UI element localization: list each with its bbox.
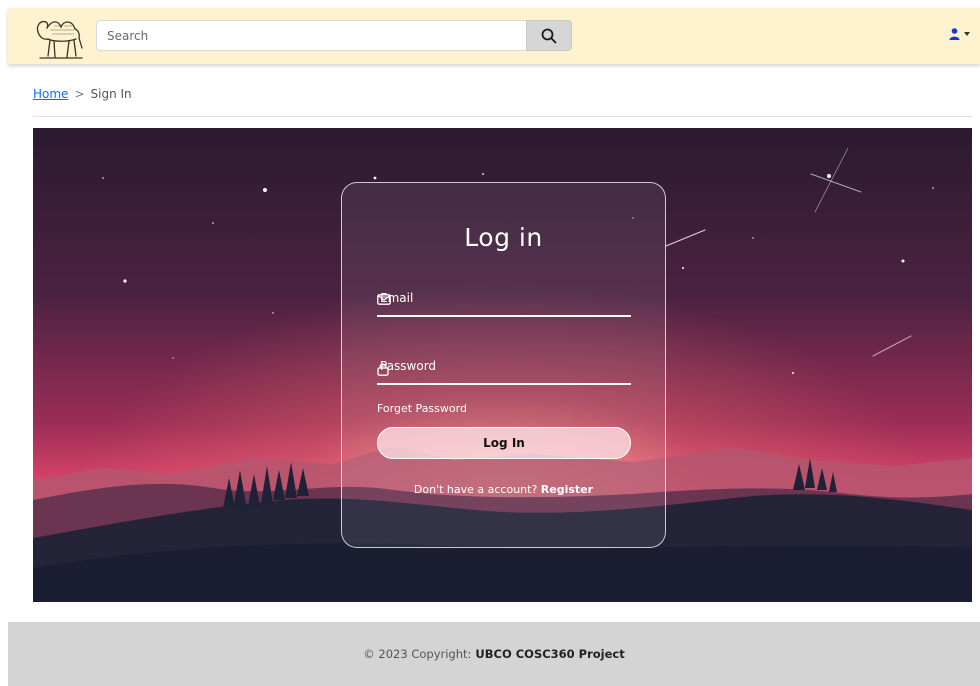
lock-icon [377, 363, 389, 376]
mail-icon [377, 294, 391, 305]
footer-project-name: UBCO COSC360 Project [475, 647, 625, 661]
camel-logo-icon[interactable] [30, 12, 88, 62]
breadcrumb-current: Sign In [90, 87, 132, 101]
footer-copyright: © 2023 Copyright: [363, 647, 472, 661]
search-input[interactable] [96, 20, 526, 51]
user-menu-dropdown[interactable] [949, 28, 970, 40]
search-icon [541, 28, 557, 43]
search-button[interactable] [526, 20, 572, 51]
login-button[interactable]: Log In [377, 427, 631, 459]
register-link[interactable]: Register [541, 483, 593, 496]
login-hero-banner: Log in Email Password Forget Password Lo… [33, 128, 972, 602]
chevron-down-icon [964, 32, 970, 36]
search-bar [96, 20, 572, 51]
forget-password-link[interactable]: Forget Password [377, 402, 467, 415]
top-navbar [8, 8, 980, 64]
user-icon [949, 28, 960, 40]
login-title: Log in [464, 223, 543, 252]
breadcrumb-home-link[interactable]: Home [33, 87, 68, 101]
register-prompt: Don't have a account? Register [342, 483, 665, 496]
no-account-text: Don't have a account? [413, 483, 538, 496]
password-field[interactable]: Password [377, 355, 631, 385]
login-card: Log in Email Password Forget Password Lo… [341, 182, 666, 548]
divider [33, 116, 972, 117]
breadcrumb: Home > Sign In [33, 87, 132, 101]
breadcrumb-separator: > [74, 87, 85, 101]
email-field[interactable]: Email [377, 287, 631, 317]
footer: © 2023 Copyright: UBCO COSC360 Project [8, 622, 980, 686]
